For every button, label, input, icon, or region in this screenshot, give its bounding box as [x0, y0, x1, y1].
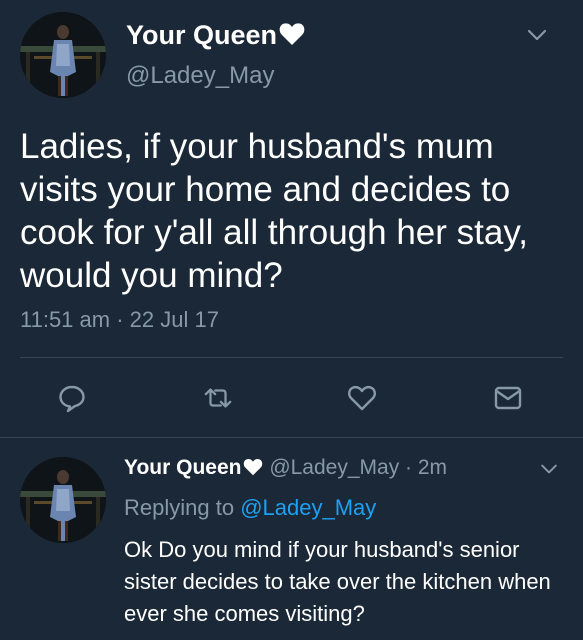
direct-message-icon: [494, 386, 522, 410]
reply-button[interactable]: [56, 382, 88, 414]
like-icon: [348, 385, 376, 411]
like-button[interactable]: [346, 382, 378, 414]
chevron-down-icon[interactable]: [527, 28, 547, 47]
reply-header: Your Queen @Ladey_May · 2m: [124, 456, 447, 480]
heart-icon: [279, 23, 305, 45]
handle-and-time[interactable]: @Ladey_May · 2m: [269, 456, 447, 479]
divider: [0, 437, 583, 438]
display-name[interactable]: Your Queen: [126, 20, 305, 51]
divider: [20, 357, 563, 358]
replying-to: Replying to @Ladey_May: [124, 495, 377, 520]
chevron-down-icon[interactable]: [540, 462, 558, 480]
main-tweet: Your Queen @Ladey_May Ladies, if your hu…: [0, 0, 583, 437]
display-name[interactable]: Your Queen: [124, 456, 241, 479]
mention-link[interactable]: @Ladey_May: [240, 495, 376, 520]
retweet-icon: [204, 388, 232, 408]
heart-icon: [244, 458, 263, 476]
avatar[interactable]: [20, 12, 106, 98]
timestamp[interactable]: 11:51 am · 22 Jul 17: [20, 307, 219, 333]
reply-icon: [59, 385, 85, 413]
reply-text: Ok Do you mind if your husband's senior …: [124, 537, 551, 626]
direct-message-button[interactable]: [492, 382, 524, 414]
retweet-button[interactable]: [202, 382, 234, 414]
tweet-text: Ladies, if your husband's mum visits you…: [20, 127, 528, 295]
avatar[interactable]: [20, 457, 106, 543]
handle[interactable]: @Ladey_May: [126, 62, 274, 90]
